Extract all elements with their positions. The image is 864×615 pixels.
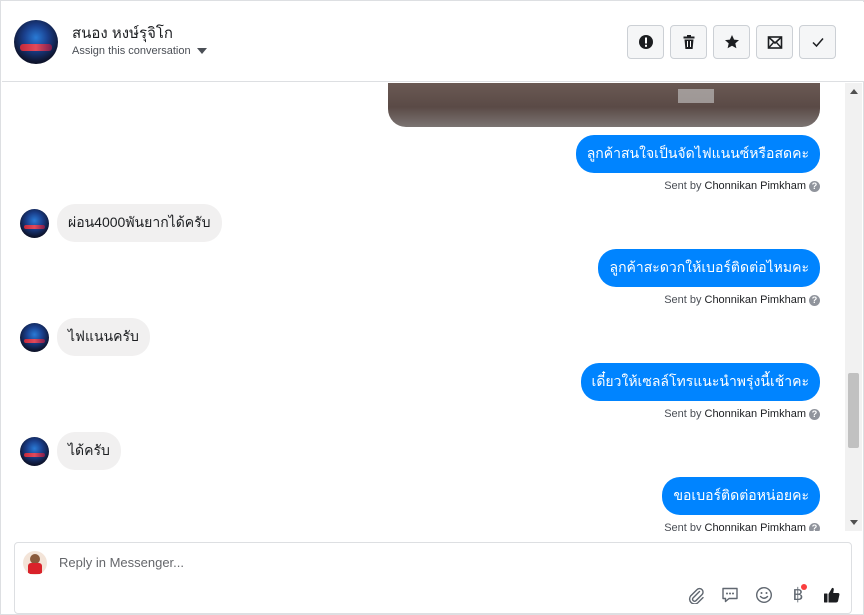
composer-tools: ฿ <box>685 584 843 606</box>
message-bubble[interactable]: ลูกค้าสนใจเป็นจัดไฟแนนซ์หรือสดคะ <box>575 135 820 173</box>
image-detail <box>678 89 714 103</box>
star-icon <box>724 35 739 49</box>
scroll-up-arrow[interactable] <box>845 83 862 100</box>
sent-by-line: Sent by Chonnikan Pimkham ? <box>662 522 820 531</box>
sent-by-prefix: Sent by <box>664 522 702 531</box>
like-button[interactable] <box>821 584 843 606</box>
message-incoming: ได้ครับ <box>20 432 121 470</box>
conversation-panel: สนอง หงษ์รุจิโก Assign this conversation <box>0 0 864 615</box>
caret-down-icon <box>196 48 207 54</box>
envelope-icon <box>767 36 782 49</box>
assign-label: Assign this conversation <box>72 45 191 57</box>
star-button[interactable] <box>713 25 750 59</box>
delete-button[interactable] <box>670 25 707 59</box>
reply-composer: ฿ <box>14 542 852 614</box>
exclamation-icon <box>638 35 653 49</box>
sender-name: Chonnikan Pimkham <box>704 522 807 531</box>
mark-unread-button[interactable] <box>756 25 793 59</box>
sent-by-line: Sent by Chonnikan Pimkham ? <box>576 180 820 192</box>
sender-name: Chonnikan Pimkham <box>704 180 807 192</box>
help-icon[interactable]: ? <box>809 294 820 306</box>
reply-input[interactable] <box>59 555 759 570</box>
message-bubble[interactable]: ได้ครับ <box>57 432 121 470</box>
sent-by-prefix: Sent by <box>664 408 702 420</box>
sent-by-prefix: Sent by <box>664 180 702 192</box>
message-bubble[interactable]: เดี๋ยวให้เซลล์โทรแนะนำพรุ่งนี้เช้าคะ <box>580 363 820 401</box>
conversation-header: สนอง หงษ์รุจิโก Assign this conversation <box>2 2 864 82</box>
page-avatar <box>23 551 47 575</box>
message-incoming: ไฟแนนครับ <box>20 318 150 356</box>
message-bubble[interactable]: ไฟแนนครับ <box>57 318 150 356</box>
thumbs-up-icon <box>824 587 840 603</box>
help-icon[interactable]: ? <box>809 522 820 531</box>
notification-dot <box>801 584 807 590</box>
payment-button[interactable]: ฿ <box>787 584 809 606</box>
help-icon[interactable]: ? <box>809 408 820 420</box>
sent-by-line: Sent by Chonnikan Pimkham ? <box>581 408 820 420</box>
header-actions <box>627 25 836 59</box>
paperclip-icon <box>688 587 704 604</box>
sender-name: Chonnikan Pimkham <box>704 408 807 420</box>
message-outgoing: เดี๋ยวให้เซลล์โทรแนะนำพรุ่งนี้เช้าคะ Sen… <box>580 363 820 420</box>
message-incoming: ผ่อน4000พันยากได้ครับ <box>20 204 222 242</box>
assign-conversation-dropdown[interactable]: Assign this conversation <box>72 45 207 57</box>
mark-done-button[interactable] <box>799 25 836 59</box>
contact-avatar[interactable] <box>20 436 49 466</box>
attachment-image[interactable] <box>388 83 820 127</box>
message-thread: ลูกค้าสนใจเป็นจัดไฟแนนซ์หรือสดคะ Sent by… <box>2 83 846 531</box>
mark-as-spam-button[interactable] <box>627 25 664 59</box>
contact-name[interactable]: สนอง หงษ์รุจิโก <box>72 21 173 45</box>
smiley-icon <box>755 586 773 604</box>
contact-avatar[interactable] <box>20 322 49 352</box>
checkmark-icon <box>811 38 824 48</box>
sent-by-line: Sent by Chonnikan Pimkham ? <box>598 294 820 306</box>
sent-by-prefix: Sent by <box>664 294 702 306</box>
sender-name: Chonnikan Pimkham <box>704 294 807 306</box>
trash-icon <box>683 35 694 49</box>
emoji-button[interactable] <box>753 584 775 606</box>
attach-file-button[interactable] <box>685 584 707 606</box>
thread-scrollbar[interactable] <box>845 83 862 531</box>
message-outgoing: ลูกค้าสะดวกให้เบอร์ติดต่อไหมคะ Sent by C… <box>598 249 820 306</box>
message-bubble[interactable]: ขอเบอร์ติดต่อหน่อยคะ <box>662 477 820 515</box>
scroll-down-arrow[interactable] <box>845 514 862 531</box>
message-outgoing: ขอเบอร์ติดต่อหน่อยคะ Sent by Chonnikan P… <box>662 477 820 531</box>
message-bubble[interactable]: ผ่อน4000พันยากได้ครับ <box>57 204 222 242</box>
scrollbar-thumb[interactable] <box>848 373 859 448</box>
message-outgoing: ลูกค้าสนใจเป็นจัดไฟแนนซ์หรือสดคะ Sent by… <box>575 135 820 192</box>
saved-replies-button[interactable] <box>719 584 741 606</box>
contact-avatar[interactable] <box>14 20 58 64</box>
help-icon[interactable]: ? <box>809 180 820 192</box>
chat-bubble-icon <box>722 587 738 603</box>
message-bubble[interactable]: ลูกค้าสะดวกให้เบอร์ติดต่อไหมคะ <box>598 249 820 287</box>
contact-avatar[interactable] <box>20 208 49 238</box>
